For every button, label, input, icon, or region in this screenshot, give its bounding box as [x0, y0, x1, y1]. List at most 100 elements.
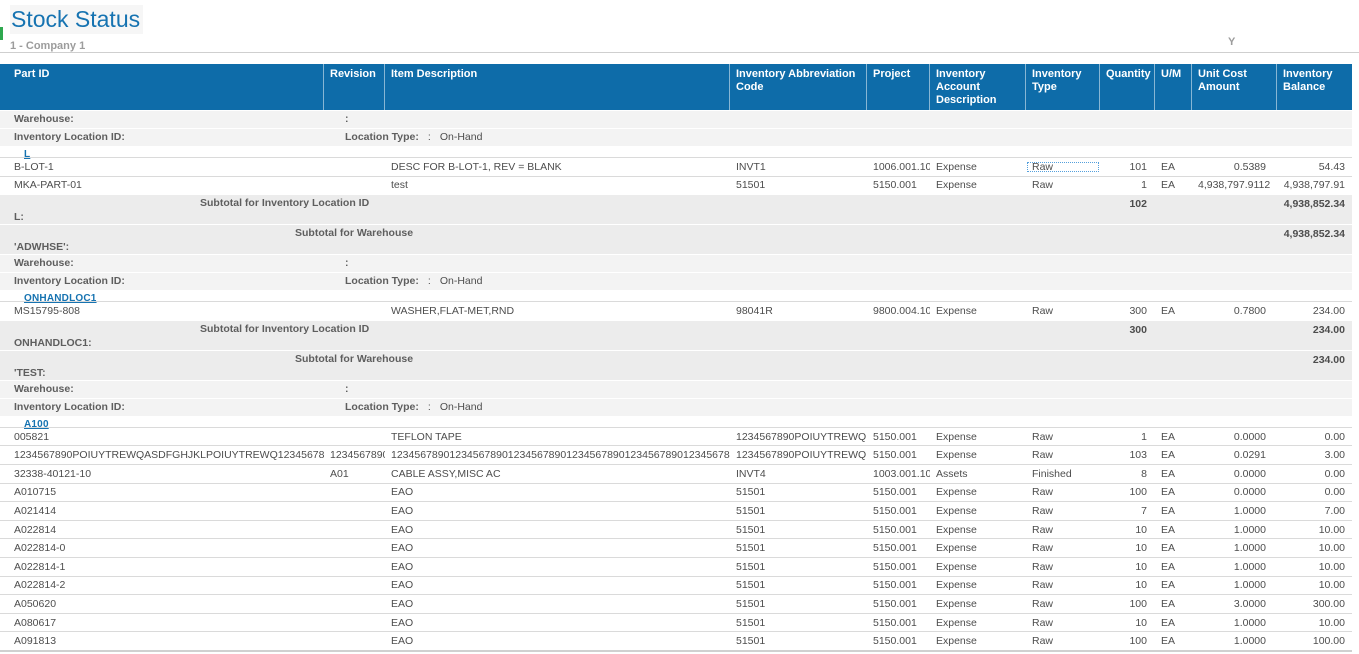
project-cell: 5150.001 [867, 486, 930, 498]
subtotal-label-block: Subtotal for Inventory Location IDL: [0, 195, 1100, 224]
inventory-balance-cell: 0.00 [1277, 468, 1352, 480]
subtotal-quantity: 300 [1100, 321, 1155, 350]
report-body: Warehouse:'ADWHSE': Inventory Location ID… [0, 110, 1352, 650]
table-row[interactable]: A022814-0EAO515015150.001ExpenseRaw10EA1… [0, 538, 1352, 557]
part-id-cell: A021414 [0, 505, 324, 517]
table-row[interactable]: A022814-1EAO515015150.001ExpenseRaw10EA1… [0, 557, 1352, 576]
table-header: Part IDRevisionItem DescriptionInventory… [0, 64, 1352, 110]
project-cell: 5150.001 [867, 617, 930, 629]
inventory-location-label: Inventory Location ID: [14, 273, 1352, 290]
subtotal-warehouse-row: Subtotal for Warehouse'TEST:234.00 [0, 350, 1352, 380]
part-id-cell: 1234567890POIUYTREWQASDFGHJKLPOIUYTREWQ1… [0, 449, 324, 461]
table-row[interactable]: 1234567890POIUYTREWQASDFGHJKLPOIUYTREWQ1… [0, 445, 1352, 464]
account-description-cell: Assets [930, 468, 1026, 480]
inventory-location-link[interactable]: A100 [24, 416, 1352, 433]
warehouse-label: Warehouse: [14, 111, 1352, 128]
location-type-block: Location Type::On-Hand [345, 273, 482, 290]
quantity-cell: 103 [1100, 449, 1155, 461]
part-id-cell: A050620 [0, 598, 324, 610]
inventory-balance-cell: 10.00 [1277, 542, 1352, 554]
table-row[interactable]: A022814EAO515015150.001ExpenseRaw10EA1.0… [0, 520, 1352, 539]
item-description-cell: EAO [385, 617, 730, 629]
account-description-cell: Expense [930, 486, 1026, 498]
subtotal-location-row: Subtotal for Inventory Location IDONHAND… [0, 320, 1352, 350]
inventory-balance-cell: 10.00 [1277, 524, 1352, 536]
subtotal-unit-cost-cell [1192, 195, 1277, 224]
col-header-quantity: Quantity [1100, 64, 1155, 110]
inventory-location-link[interactable]: L [24, 146, 1352, 163]
unit-cost-cell: 4,938,797.9112 [1192, 179, 1277, 191]
location-type-block: Location Type::On-Hand [345, 129, 482, 146]
table-row[interactable]: A021414EAO515015150.001ExpenseRaw7EA1.00… [0, 501, 1352, 520]
inventory-abbreviation-cell: 51501 [730, 524, 867, 536]
inventory-type-cell: Raw [1026, 598, 1100, 610]
inventory-balance-cell: 10.00 [1277, 617, 1352, 629]
subtotal-unit-cost-cell [1192, 321, 1277, 350]
col-header-unit-cost-amount: Unit Cost Amount [1192, 64, 1277, 110]
um-cell: EA [1155, 468, 1192, 480]
um-cell: EA [1155, 524, 1192, 536]
um-cell: EA [1155, 617, 1192, 629]
unit-cost-cell: 1.0000 [1192, 617, 1277, 629]
subtotal-balance: 4,938,852.34 [1277, 195, 1352, 224]
um-cell: EA [1155, 449, 1192, 461]
colon-separator: : [428, 275, 431, 287]
warehouse-label: Warehouse: [14, 255, 1352, 272]
project-cell: 5150.001 [867, 505, 930, 517]
table-row[interactable]: A050620EAO515015150.001ExpenseRaw100EA3.… [0, 594, 1352, 613]
inventory-type-cell: Raw [1026, 561, 1100, 573]
inventory-location-row: Inventory Location ID:ONHANDLOC1Location… [0, 272, 1352, 290]
warehouse-row: Warehouse:1000: [0, 380, 1352, 398]
quantity-cell: 1 [1100, 179, 1155, 191]
inventory-location-link[interactable]: ONHANDLOC1 [24, 290, 1352, 307]
subtotal-um-cell [1155, 351, 1192, 380]
subtotal-um-cell [1155, 225, 1192, 254]
part-id-cell: A022814-2 [0, 579, 324, 591]
unit-cost-cell: 0.0000 [1192, 486, 1277, 498]
subtotal-quantity [1100, 351, 1155, 380]
inventory-balance-cell: 10.00 [1277, 579, 1352, 591]
item-description-cell: 1234567890123456789012345678901234567890… [385, 449, 730, 461]
quantity-cell: 10 [1100, 524, 1155, 536]
project-cell: 5150.001 [867, 542, 930, 554]
table-row[interactable]: A022814-2EAO515015150.001ExpenseRaw10EA1… [0, 576, 1352, 595]
inventory-abbreviation-cell: 1234567890POIUYTREWQ [730, 449, 867, 461]
account-description-cell: Expense [930, 598, 1026, 610]
col-header-inventory-abbreviation-code: Inventory Abbreviation Code [730, 64, 867, 110]
table-row[interactable]: MKA-PART-01test515015150.001ExpenseRaw1E… [0, 176, 1352, 195]
table-row[interactable]: A010715EAO515015150.001ExpenseRaw100EA0.… [0, 483, 1352, 502]
subtotal-label-block: Subtotal for Warehouse'TEST: [0, 351, 1100, 380]
item-description-cell: EAO [385, 635, 730, 647]
part-id-cell: A022814 [0, 524, 324, 536]
unit-cost-cell: 1.0000 [1192, 579, 1277, 591]
header-divider [0, 52, 1359, 53]
inventory-type-cell: Raw [1026, 179, 1100, 191]
um-cell: EA [1155, 542, 1192, 554]
inventory-balance-cell: 4,938,797.91 [1277, 179, 1352, 191]
inventory-type-cell: Raw [1026, 579, 1100, 591]
project-cell: 5150.001 [867, 635, 930, 647]
table-row[interactable]: A080617EAO515015150.001ExpenseRaw10EA1.0… [0, 613, 1352, 632]
inventory-type-cell: Finished [1026, 468, 1100, 480]
table-row[interactable]: 32338-40121-10A01CABLE ASSY,MISC ACINVT4… [0, 464, 1352, 483]
subtotal-label: Subtotal for Warehouse [295, 353, 413, 365]
subtotal-name: L: [14, 211, 24, 223]
table-row[interactable]: A091813EAO515015150.001ExpenseRaw100EA1.… [0, 631, 1352, 650]
warehouse-label: Warehouse: [14, 381, 1352, 398]
location-type-label: Location Type: [345, 401, 419, 413]
unit-cost-cell: 0.0000 [1192, 468, 1277, 480]
quantity-cell: 10 [1100, 542, 1155, 554]
warehouse-row: Warehouse:'ADWHSE': [0, 110, 1352, 128]
um-cell: EA [1155, 179, 1192, 191]
inventory-balance-cell: 0.00 [1277, 486, 1352, 498]
subtotal-warehouse-row: Subtotal for Warehouse'ADWHSE':4,938,852… [0, 224, 1352, 254]
subtotal-location-row: Subtotal for Inventory Location IDL:1024… [0, 194, 1352, 224]
unit-cost-cell: 1.0000 [1192, 635, 1277, 647]
subtotal-um-cell [1155, 321, 1192, 350]
inventory-type-cell: Raw [1026, 486, 1100, 498]
inventory-abbreviation-cell: 51501 [730, 617, 867, 629]
location-type-label: Location Type: [345, 131, 419, 143]
subtotal-balance: 4,938,852.34 [1277, 225, 1352, 254]
account-description-cell: Expense [930, 524, 1026, 536]
project-cell: 5150.001 [867, 579, 930, 591]
